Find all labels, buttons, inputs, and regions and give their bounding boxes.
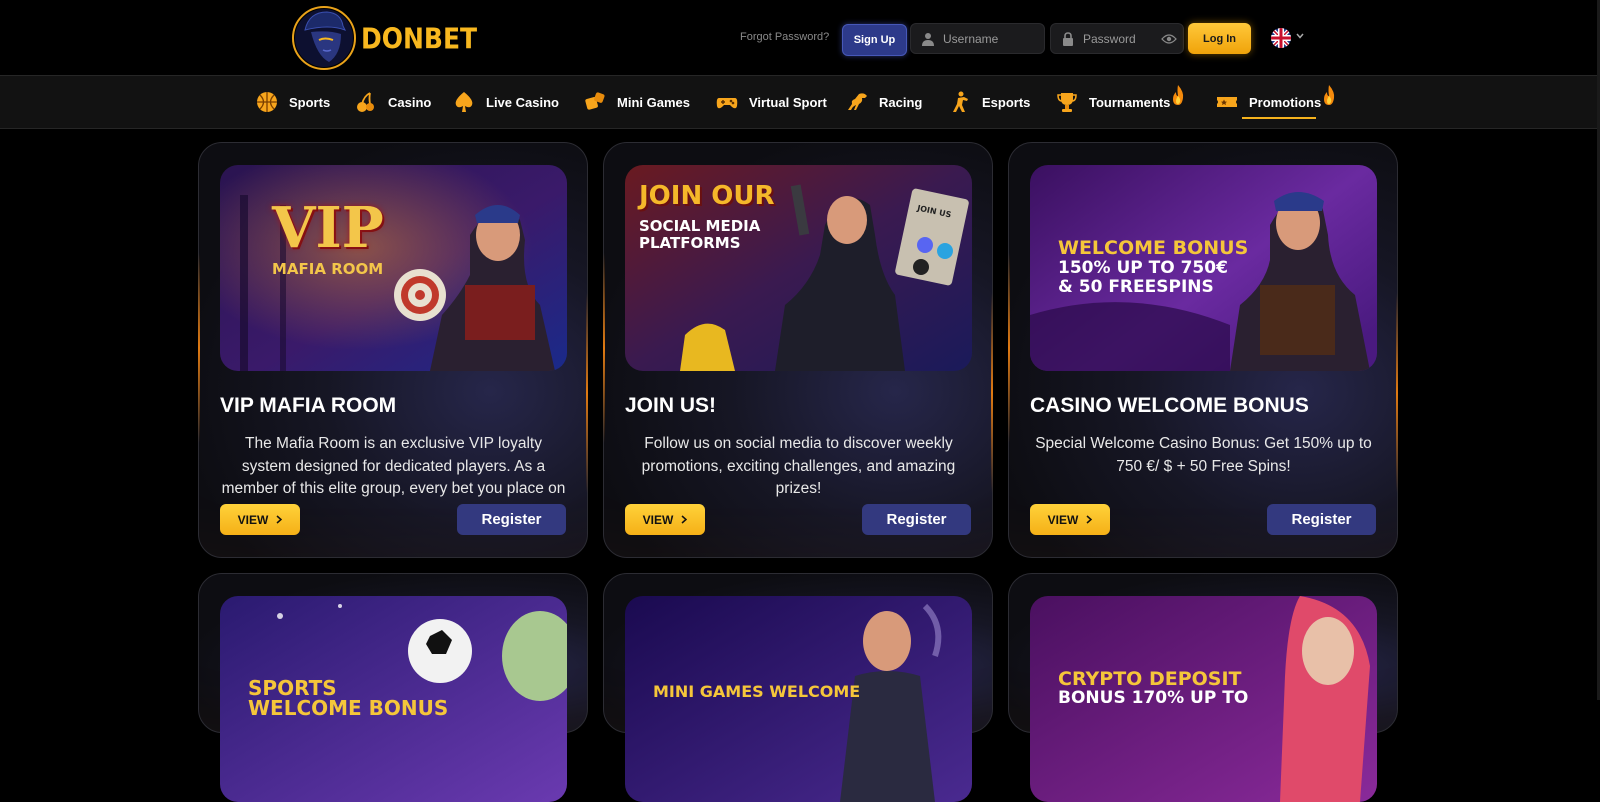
chevron-right-icon [276,515,283,524]
nav-label: Racing [879,94,923,110]
cherries-icon [357,92,374,112]
spade-icon [455,92,473,112]
promo-card: CRYPTO DEPOSIT BONUS 170% UP TO [1008,573,1398,802]
chevron-right-icon [1086,515,1093,524]
ticket-icon [1217,97,1237,107]
user-icon [922,32,934,46]
nav-label: Live Casino [486,94,559,110]
register-button[interactable]: Register [1267,504,1376,535]
uk-flag-icon[interactable] [1271,28,1291,48]
site-header: DONBET Forgot Password? Sign Up Log In [0,0,1600,75]
main-nav: Sports Casino Live Casino Mini Games Vir… [0,75,1598,129]
banner-subline: BONUS 170% UP TO [1058,688,1249,708]
nav-label: Sports [289,94,331,110]
nav-item-sports[interactable]: Sports [255,76,330,128]
promo-title: JOIN US! [625,394,717,417]
promo-card: VIP MAFIA ROOM VIP MAFIA ROOM The Mafia … [198,142,588,558]
nav-label: Casino [388,94,432,110]
view-button[interactable]: VIEW [625,504,705,535]
banner-headline: MINI GAMES WELCOME [653,682,861,701]
password-field[interactable] [1050,23,1184,54]
promo-banner-image[interactable]: MINI GAMES WELCOME [625,596,972,802]
gamepad-icon [716,98,738,109]
eye-icon[interactable] [1161,33,1177,45]
nav-label: Esports [982,94,1031,110]
nav-item-virtual-sport[interactable]: Virtual Sport [715,76,827,128]
promo-card: SPORTS WELCOME BONUS [198,573,588,802]
promo-card: MINI GAMES WELCOME [603,573,993,802]
dice-icon [585,92,605,110]
nav-label: Tournaments [1089,94,1171,110]
banner-headline: CRYPTO DEPOSIT [1058,668,1242,690]
promo-description: Special Welcome Casino Bonus: Get 150% u… [1035,435,1372,475]
register-button[interactable]: Register [457,504,566,535]
promo-banner-image[interactable]: JOIN OUR SOCIAL MEDIA PLATFORMS JOIN US [625,165,972,371]
log-in-button[interactable]: Log In [1188,23,1251,54]
nav-label: Mini Games [617,94,690,110]
view-button[interactable]: VIEW [220,504,300,535]
forgot-password-link[interactable]: Forgot Password? [740,31,829,43]
banner-subline: PLATFORMS [639,234,741,252]
nav-item-live-casino[interactable]: Live Casino [452,76,559,128]
nav-label: Promotions [1249,94,1322,110]
basketball-icon [257,92,277,112]
nav-item-casino[interactable]: Casino [354,76,431,128]
username-input[interactable] [941,30,1035,47]
nav-item-mini-games[interactable]: Mini Games [583,76,690,128]
sign-up-button[interactable]: Sign Up [842,24,907,56]
username-field[interactable] [910,23,1045,54]
banner-subline: MAFIA ROOM [272,260,384,278]
banner-subline: & 50 FREESPINS [1058,277,1214,297]
promo-banner-image[interactable]: WELCOME BONUS 150% UP TO 750€ & 50 FREES… [1030,165,1377,371]
active-nav-indicator [1242,117,1316,119]
nav-item-esports[interactable]: Esports [948,76,1030,128]
nav-item-promotions[interactable]: Promotions [1215,76,1321,128]
hot-flame-icon [1324,85,1335,105]
promo-description: The Mafia Room is an exclusive VIP loyal… [221,435,566,497]
promo-card: WELCOME BONUS 150% UP TO 750€ & 50 FREES… [1008,142,1398,558]
nav-item-tournaments[interactable]: Tournaments [1055,76,1170,128]
brand-name: DONBET [361,21,478,55]
nav-item-racing[interactable]: Racing [845,76,922,128]
banner-headline: WELCOME BONUS [1058,237,1249,259]
chevron-right-icon [681,515,688,524]
nav-label: Virtual Sport [749,94,827,110]
promo-banner-image[interactable]: CRYPTO DEPOSIT BONUS 170% UP TO [1030,596,1377,802]
horse-icon [848,93,867,110]
view-label: VIEW [642,512,674,527]
promo-card: JOIN OUR SOCIAL MEDIA PLATFORMS JOIN US … [603,142,993,558]
register-button[interactable]: Register [862,504,971,535]
promo-banner-image[interactable]: SPORTS WELCOME BONUS [220,596,567,802]
banner-subline: SOCIAL MEDIA [639,217,761,235]
promo-description: Follow us on social media to discover we… [641,435,956,497]
banner-headline: JOIN OUR [639,181,775,211]
banner-headline: VIP [272,195,384,261]
chevron-down-icon[interactable] [1296,32,1304,40]
promo-banner-image[interactable]: VIP MAFIA ROOM [220,165,567,371]
brand-logo[interactable]: DONBET [289,4,477,72]
lock-icon [1063,31,1073,46]
soldier-icon [953,91,968,112]
hot-flame-icon [1173,85,1184,105]
promo-title: CASINO WELCOME BONUS [1030,394,1309,417]
promo-title: VIP MAFIA ROOM [220,394,397,417]
view-button[interactable]: VIEW [1030,504,1110,535]
trophy-icon [1057,93,1077,112]
banner-subline: 150% UP TO 750€ [1058,258,1228,278]
mafia-head-logo-icon [292,6,356,70]
view-label: VIEW [1047,512,1079,527]
view-label: VIEW [237,512,269,527]
